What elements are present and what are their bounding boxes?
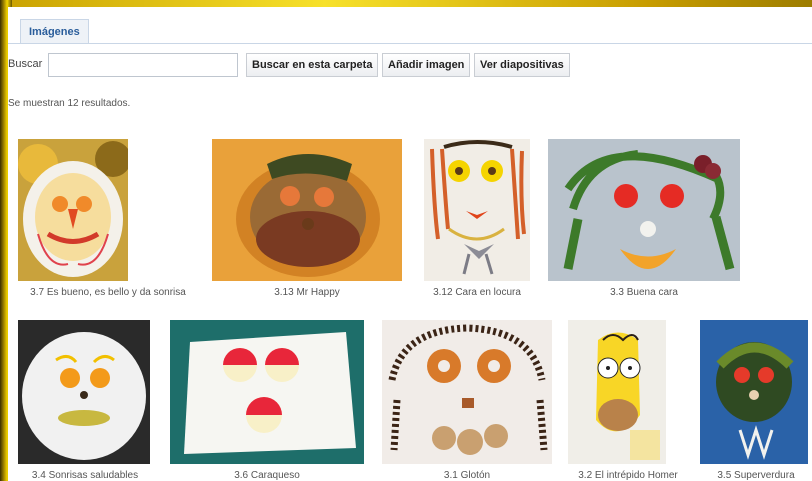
gallery-item[interactable]: 3.12 Cara en locura	[424, 139, 530, 299]
gallery-caption[interactable]: 3.6 Caraqueso	[170, 470, 364, 481]
gallery-item[interactable]: 3.6 Caraqueso	[170, 320, 364, 481]
gallery-item[interactable]: 3.5 Superverdura	[700, 320, 812, 481]
thumbnail-donut-face[interactable]	[382, 320, 552, 464]
tab-divider	[8, 43, 812, 44]
thumbnail-superveggie-face[interactable]	[700, 320, 808, 464]
thumbnail-homer-face[interactable]	[568, 320, 666, 464]
results-count: Se muestran 12 resultados.	[8, 98, 131, 109]
search-folder-button[interactable]: Buscar en esta carpeta	[246, 53, 379, 77]
gallery-caption[interactable]: 3.5 Superverdura	[700, 470, 812, 481]
add-image-button[interactable]: Añadir imagen	[382, 53, 471, 77]
gallery-item[interactable]: 3.3 Buena cara	[548, 139, 740, 299]
gallery-caption[interactable]: 3.7 Es bueno, es bello y da sonrisa	[18, 287, 198, 298]
gallery-caption[interactable]: 3.3 Buena cara	[548, 287, 740, 298]
tab-imagenes[interactable]: Imágenes	[20, 19, 89, 44]
gallery-caption[interactable]: 3.1 Glotón	[382, 470, 552, 481]
gallery-caption[interactable]: 3.4 Sonrisas saludables	[18, 470, 152, 481]
gallery-caption[interactable]: 3.12 Cara en locura	[424, 287, 530, 298]
thumbnail-lentil-face[interactable]	[212, 139, 402, 281]
gallery-caption[interactable]: 3.13 Mr Happy	[212, 287, 402, 298]
thumbnail-cheese-face[interactable]	[170, 320, 364, 464]
gallery-caption[interactable]: 3.2 El intrépido Homer	[568, 470, 688, 481]
gallery-panel: Imágenes Buscar Buscar en esta carpeta A…	[8, 7, 812, 481]
gallery-item[interactable]: 3.13 Mr Happy	[212, 139, 402, 299]
thumbnail-face-plate[interactable]	[18, 139, 128, 281]
gallery-item[interactable]: 3.7 Es bueno, es bello y da sonrisa	[18, 139, 198, 299]
thumbnail-pasta-face[interactable]	[424, 139, 530, 281]
gallery-item[interactable]: 3.4 Sonrisas saludables	[18, 320, 152, 481]
search-label: Buscar	[8, 58, 43, 70]
slideshow-button[interactable]: Ver diapositivas	[474, 53, 570, 77]
thumbnail-veggie-face[interactable]	[548, 139, 740, 281]
search-input[interactable]	[48, 53, 238, 77]
thumbnail-healthy-smile[interactable]	[18, 320, 150, 464]
gallery-item[interactable]: 3.2 El intrépido Homer	[568, 320, 688, 481]
gallery-item[interactable]: 3.1 Glotón	[382, 320, 552, 481]
